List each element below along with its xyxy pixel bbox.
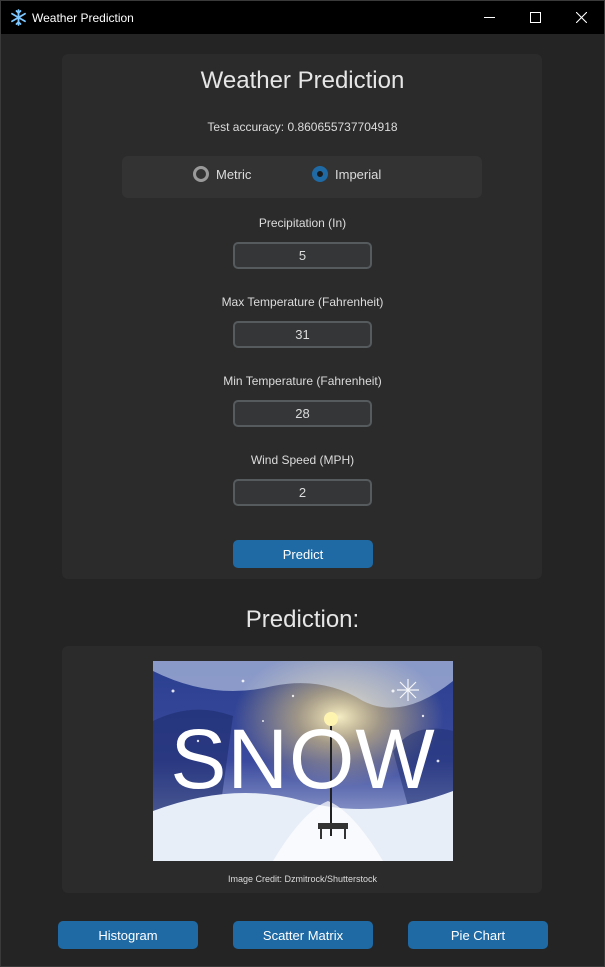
- radio-imperial[interactable]: Imperial: [312, 166, 381, 182]
- histogram-button[interactable]: Histogram: [58, 921, 198, 949]
- prediction-image: SNOW: [153, 661, 453, 861]
- pie-chart-button[interactable]: Pie Chart: [408, 921, 548, 949]
- min-temperature-label: Min Temperature (Fahrenheit): [223, 374, 382, 388]
- precipitation-input[interactable]: [233, 242, 372, 269]
- units-radio-group: Metric Imperial: [122, 156, 482, 198]
- min-temperature-input[interactable]: [233, 400, 372, 427]
- prediction-result: SNOW: [170, 712, 436, 806]
- wind-speed-label: Wind Speed (MPH): [250, 453, 355, 467]
- snowflake-icon: [10, 9, 27, 26]
- maximize-button[interactable]: [512, 1, 558, 34]
- predict-button[interactable]: Predict: [233, 540, 373, 568]
- accuracy-text: Test accuracy: 0.860655737704918: [207, 120, 398, 134]
- max-temperature-input[interactable]: [233, 321, 372, 348]
- app-window: Weather Prediction Weather Prediction Te…: [0, 0, 605, 967]
- form-heading: Weather Prediction: [200, 67, 405, 94]
- prediction-heading: Prediction:: [245, 606, 360, 633]
- close-icon: [575, 12, 587, 23]
- radio-imperial-indicator[interactable]: [312, 166, 328, 182]
- window-title: Weather Prediction: [32, 11, 134, 25]
- minimize-icon: [483, 12, 495, 23]
- precipitation-label: Precipitation (In): [258, 216, 347, 230]
- radio-imperial-label: Imperial: [335, 166, 382, 182]
- radio-metric-label: Metric: [216, 166, 252, 182]
- minimize-button[interactable]: [466, 1, 512, 34]
- max-temperature-label: Max Temperature (Fahrenheit): [221, 295, 384, 309]
- title-bar: Weather Prediction: [1, 1, 604, 34]
- wind-speed-input[interactable]: [233, 479, 372, 506]
- close-button[interactable]: [558, 1, 604, 34]
- scatter-matrix-button[interactable]: Scatter Matrix: [233, 921, 373, 949]
- radio-metric-indicator[interactable]: [193, 166, 209, 182]
- maximize-icon: [529, 12, 541, 23]
- image-credit: Image Credit: Dzmitrock/Shutterstock: [227, 874, 378, 884]
- radio-metric[interactable]: Metric: [193, 166, 251, 182]
